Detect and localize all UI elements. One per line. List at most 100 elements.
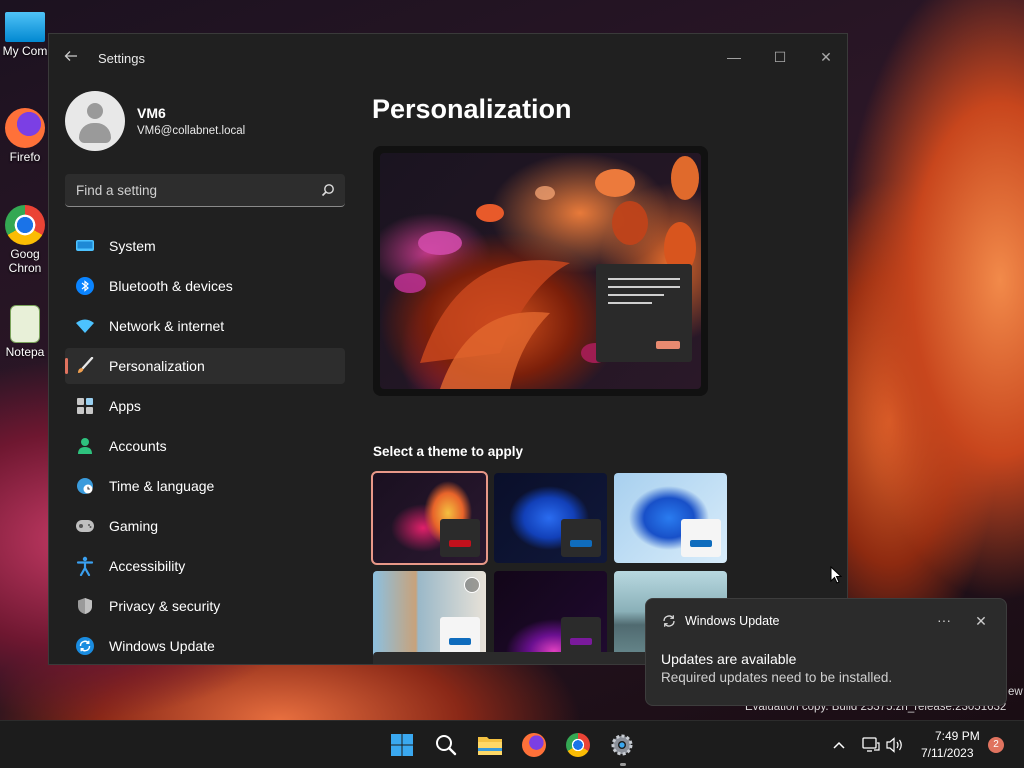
apps-icon bbox=[75, 396, 95, 416]
taskbar: 7:49 PM 7/11/2023 2 bbox=[0, 720, 1024, 768]
show-hidden-icons-button[interactable] bbox=[828, 731, 850, 759]
search-icon[interactable] bbox=[321, 183, 335, 197]
main-content: Personalization Select a theme to apply bbox=[361, 82, 847, 664]
avatar-body-shape bbox=[79, 123, 111, 143]
minimize-button[interactable]: — bbox=[719, 42, 749, 72]
account-email: VM6@collabnet.local bbox=[137, 125, 246, 137]
sidebar-item-bluetooth[interactable]: Bluetooth & devices bbox=[65, 268, 345, 304]
sidebar-item-label: Gaming bbox=[109, 518, 159, 534]
page-title: Personalization bbox=[372, 94, 572, 124]
sidebar-item-accounts[interactable]: Accounts bbox=[65, 428, 345, 464]
desktop-icon-chrome[interactable]: Goog Chron bbox=[0, 205, 50, 275]
toast-notification[interactable]: Windows Update ··· ✕ Updates are availab… bbox=[645, 598, 1007, 706]
person-icon bbox=[75, 436, 95, 456]
desktop-icon-label: Notepa bbox=[5, 345, 45, 359]
notification-app-name: Windows Update bbox=[685, 614, 780, 628]
sidebar-item-label: System bbox=[109, 238, 156, 254]
theme-bloom-light[interactable] bbox=[614, 473, 727, 563]
arrow-left-icon bbox=[64, 51, 77, 61]
sidebar-item-network[interactable]: Network & internet bbox=[65, 308, 345, 344]
sidebar-item-label: Privacy & security bbox=[109, 598, 221, 614]
sidebar-item-windows-update[interactable]: Windows Update bbox=[65, 628, 345, 664]
theme-glow-dark[interactable] bbox=[371, 471, 488, 565]
preview-window-mock bbox=[596, 264, 692, 362]
bluetooth-icon bbox=[75, 276, 95, 296]
taskbar-search-button[interactable] bbox=[432, 731, 460, 759]
theme-window-mock bbox=[440, 617, 480, 655]
search-input[interactable] bbox=[65, 174, 315, 206]
sidebar-item-label: Personalization bbox=[109, 358, 205, 374]
taskbar-chrome[interactable] bbox=[564, 731, 592, 759]
sidebar-item-gaming[interactable]: Gaming bbox=[65, 508, 345, 544]
sidebar-item-label: Time & language bbox=[109, 478, 215, 494]
desktop-icon-label: Goog bbox=[10, 247, 40, 261]
globe-clock-icon bbox=[75, 476, 95, 496]
taskbar-settings[interactable] bbox=[608, 731, 636, 759]
sidebar-item-personalization[interactable]: Personalization bbox=[65, 348, 345, 384]
close-button[interactable]: ✕ bbox=[811, 42, 841, 72]
notification-close-button[interactable]: ✕ bbox=[970, 610, 992, 632]
chrome-icon bbox=[5, 205, 45, 245]
theme-window-mock bbox=[561, 617, 601, 655]
nav-list: System Bluetooth & devices Network & int… bbox=[65, 228, 345, 664]
back-button[interactable] bbox=[63, 48, 83, 68]
theme-accent-swatch bbox=[690, 540, 712, 547]
sidebar: VM6 VM6@collabnet.local System Bluetooth… bbox=[49, 82, 361, 664]
network-status-button[interactable] bbox=[860, 731, 882, 759]
maximize-button[interactable]: ☐ bbox=[765, 42, 795, 72]
sidebar-item-time-language[interactable]: Time & language bbox=[65, 468, 345, 504]
sidebar-item-label: Windows Update bbox=[109, 638, 215, 654]
volume-button[interactable] bbox=[884, 731, 906, 759]
clock-date[interactable]: 7/11/2023 bbox=[921, 746, 974, 760]
settings-window: Settings — ☐ ✕ VM6 VM6@collabnet.local S… bbox=[48, 33, 848, 665]
sidebar-item-apps[interactable]: Apps bbox=[65, 388, 345, 424]
watermark-text: ew bbox=[1008, 686, 1023, 698]
folder-icon bbox=[478, 737, 502, 755]
desktop-icon-firefox[interactable]: Firefo bbox=[0, 108, 50, 164]
clock-time[interactable]: 7:49 PM bbox=[935, 729, 980, 743]
sidebar-item-system[interactable]: System bbox=[65, 228, 345, 264]
theme-accent-swatch bbox=[449, 540, 471, 547]
sidebar-item-label: Network & internet bbox=[109, 318, 225, 334]
desktop-icon-my-computer[interactable]: My Com bbox=[0, 10, 50, 58]
theme-accent-swatch bbox=[449, 638, 471, 645]
desktop-icon-notepad[interactable]: Notepa bbox=[0, 305, 50, 359]
theme-captured-motion[interactable] bbox=[494, 571, 607, 661]
notification-title: Updates are available bbox=[661, 651, 797, 667]
desktop-icon-label: Firefo bbox=[9, 150, 41, 164]
theme-section-label: Select a theme to apply bbox=[373, 444, 524, 459]
theme-flowers[interactable] bbox=[373, 571, 486, 661]
notification-count-badge[interactable]: 2 bbox=[988, 737, 1004, 753]
notification-body: Required updates need to be installed. bbox=[661, 670, 893, 685]
network-icon bbox=[862, 737, 880, 752]
more-options-button[interactable]: ··· bbox=[933, 610, 955, 632]
desktop-icon-label: My Com bbox=[2, 44, 48, 58]
sidebar-item-label: Accounts bbox=[109, 438, 167, 454]
theme-bloom-dark[interactable] bbox=[494, 473, 607, 563]
sync-icon bbox=[75, 636, 95, 656]
next-setting-card[interactable] bbox=[373, 652, 673, 664]
search-box bbox=[65, 174, 345, 207]
sidebar-item-accessibility[interactable]: Accessibility bbox=[65, 548, 345, 584]
sidebar-item-privacy[interactable]: Privacy & security bbox=[65, 588, 345, 624]
avatar[interactable] bbox=[65, 91, 125, 151]
computer-icon bbox=[5, 12, 45, 42]
taskbar-firefox[interactable] bbox=[520, 731, 548, 759]
brush-icon bbox=[75, 356, 95, 376]
chevron-up-icon bbox=[833, 741, 845, 749]
theme-accent-swatch bbox=[570, 638, 592, 645]
avatar-head-shape bbox=[87, 103, 103, 119]
theme-accent-swatch bbox=[570, 540, 592, 547]
windows-logo-icon bbox=[391, 734, 413, 756]
slideshow-icon bbox=[464, 577, 480, 593]
theme-window-mock bbox=[561, 519, 601, 557]
shield-icon bbox=[75, 596, 95, 616]
theme-window-mock bbox=[440, 519, 480, 557]
mouse-cursor-icon bbox=[830, 566, 842, 584]
accessibility-icon bbox=[75, 556, 95, 576]
account-name: VM6 bbox=[137, 105, 166, 121]
start-button[interactable] bbox=[388, 731, 416, 759]
taskbar-file-explorer[interactable] bbox=[476, 731, 504, 759]
theme-window-mock bbox=[681, 519, 721, 557]
sidebar-item-label: Apps bbox=[109, 398, 141, 414]
